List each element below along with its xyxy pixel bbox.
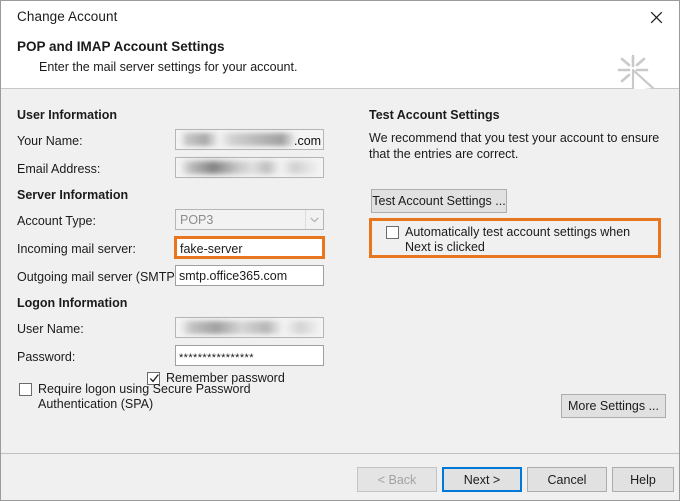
auto-test-label: Automatically test account settings when… bbox=[405, 225, 631, 254]
incoming-mail-server-value: fake-server bbox=[180, 242, 243, 256]
user-name-field[interactable] bbox=[175, 317, 324, 338]
change-account-dialog: Change Account POP and IMAP Account Sett… bbox=[0, 0, 680, 501]
your-name-field[interactable]: .com bbox=[175, 129, 324, 150]
dialog-header: POP and IMAP Account Settings Enter the … bbox=[1, 32, 679, 104]
label-your-name: Your Name: bbox=[17, 134, 83, 148]
redacted-user-name bbox=[180, 321, 320, 334]
close-icon[interactable] bbox=[641, 5, 671, 29]
your-name-suffix: .com bbox=[294, 134, 322, 148]
label-password: Password: bbox=[17, 350, 76, 364]
page-subtitle: Enter the mail server settings for your … bbox=[39, 60, 298, 74]
outgoing-mail-server-field[interactable]: smtp.office365.com bbox=[175, 265, 324, 286]
title-bar: Change Account bbox=[1, 1, 679, 32]
label-outgoing-mail-server: Outgoing mail server (SMTP): bbox=[17, 270, 183, 284]
checkbox-box-unchecked bbox=[19, 383, 32, 396]
more-settings-button[interactable]: More Settings ... bbox=[561, 394, 666, 418]
dialog-footer: < Back Next > Cancel Help bbox=[1, 455, 679, 500]
test-account-description: We recommend that you test your account … bbox=[369, 131, 660, 161]
section-test-account-settings: Test Account Settings bbox=[369, 108, 500, 122]
window-title: Change Account bbox=[17, 9, 118, 24]
incoming-mail-server-field[interactable]: fake-server bbox=[174, 236, 325, 259]
account-type-value: POP3 bbox=[180, 212, 214, 227]
require-spa-checkbox[interactable]: Require logon using Secure Password Auth… bbox=[19, 382, 319, 412]
email-address-field[interactable] bbox=[175, 157, 324, 178]
require-spa-label: Require logon using Secure Password Auth… bbox=[38, 382, 251, 411]
section-server-information: Server Information bbox=[17, 188, 129, 202]
cancel-button[interactable]: Cancel bbox=[527, 467, 607, 492]
label-email-address: Email Address: bbox=[17, 162, 101, 176]
back-button[interactable]: < Back bbox=[357, 467, 437, 492]
label-account-type: Account Type: bbox=[17, 214, 96, 228]
test-account-settings-button[interactable]: Test Account Settings ... bbox=[371, 189, 507, 213]
help-button[interactable]: Help bbox=[612, 467, 674, 492]
dialog-body: User Information Your Name: .com Email A… bbox=[1, 89, 679, 454]
redacted-email-address bbox=[180, 161, 320, 174]
next-button[interactable]: Next > bbox=[442, 467, 522, 492]
page-title: POP and IMAP Account Settings bbox=[17, 39, 225, 54]
outgoing-mail-server-value: smtp.office365.com bbox=[179, 269, 288, 283]
auto-test-checkbox[interactable]: Automatically test account settings when… bbox=[386, 225, 652, 255]
account-type-dropdown[interactable]: POP3 bbox=[175, 209, 324, 230]
password-field[interactable]: **************** bbox=[175, 345, 324, 366]
chevron-down-icon bbox=[305, 210, 323, 229]
password-value: **************** bbox=[179, 352, 254, 364]
label-incoming-mail-server: Incoming mail server: bbox=[17, 242, 136, 256]
checkbox-box-unchecked bbox=[386, 226, 399, 239]
section-user-information: User Information bbox=[17, 108, 118, 122]
section-logon-information: Logon Information bbox=[17, 296, 128, 310]
label-user-name: User Name: bbox=[17, 322, 84, 336]
redacted-your-name bbox=[180, 133, 296, 146]
